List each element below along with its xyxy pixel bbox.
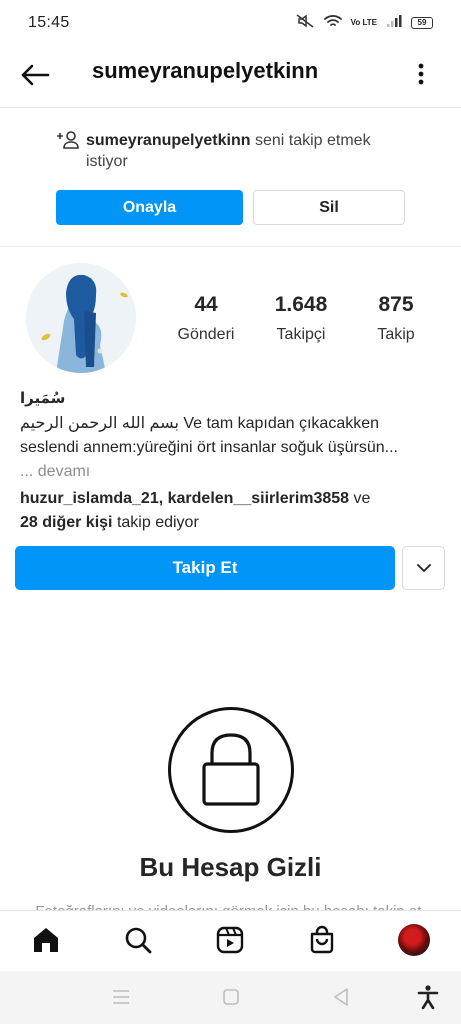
accessibility-icon <box>417 985 439 1009</box>
system-home-button[interactable] <box>219 985 243 1009</box>
stat-followers[interactable]: 1.648 Takipçi <box>266 292 336 344</box>
shop-icon <box>310 925 334 954</box>
request-username[interactable]: sumeyranupelyetkinn <box>86 132 251 149</box>
more-options-button[interactable] <box>411 58 431 90</box>
stat-posts[interactable]: 44 Gönderi <box>172 292 240 344</box>
followed-by-suffix: takip ediyor <box>112 514 199 531</box>
posts-label: Gönderi <box>177 326 235 343</box>
private-account-title: Bu Hesap Gizli <box>139 852 322 882</box>
system-nav-bar <box>0 971 461 1024</box>
nav-search[interactable] <box>121 923 155 957</box>
home-icon <box>34 928 58 952</box>
chevron-down-icon <box>416 563 431 572</box>
top-nav: sumeyranupelyetkinn <box>0 46 461 104</box>
request-message-cont: istiyor <box>86 153 128 170</box>
system-back-button[interactable] <box>329 985 353 1009</box>
stat-following[interactable]: 875 Takip <box>366 292 426 344</box>
nav-reels[interactable] <box>213 923 247 957</box>
arrow-left-icon <box>21 64 50 86</box>
reels-icon <box>216 926 244 954</box>
nav-shop[interactable] <box>305 923 339 957</box>
search-icon <box>125 927 152 954</box>
profile-username-title: sumeyranupelyetkinn <box>92 58 319 83</box>
lock-icon <box>202 733 260 806</box>
followed-by-others: 28 diğer kişi <box>20 514 113 531</box>
following-count: 875 <box>378 293 414 316</box>
divider <box>0 246 461 247</box>
followers-count: 1.648 <box>274 293 328 316</box>
follow-request-text: sumeyranupelyetkinn seni takip etmek <box>56 130 416 151</box>
following-label: Takip <box>377 326 415 343</box>
suggested-accounts-button[interactable] <box>402 546 445 590</box>
battery-icon: 59 <box>411 17 433 29</box>
volte-icon: Vo LTE <box>350 18 377 27</box>
follow-request: sumeyranupelyetkinn seni takip etmek ist… <box>56 130 416 172</box>
display-name: سُمَيرا <box>20 390 66 407</box>
accessibility-button[interactable] <box>416 985 440 1009</box>
back-triangle-icon <box>334 988 348 1006</box>
profile-avatar-small <box>398 924 430 956</box>
avatar-image <box>26 263 136 373</box>
followed-by[interactable]: huzur_islamda_21, kardelen__siirlerim385… <box>20 487 445 535</box>
add-user-icon <box>57 131 79 149</box>
followers-label: Takipçi <box>276 326 326 343</box>
back-button[interactable] <box>18 60 52 90</box>
private-lock-badge <box>168 707 294 833</box>
home-square-icon <box>223 989 239 1005</box>
bio-line-2: seslendi annem:yüreğini ört insanlar soğ… <box>20 439 398 456</box>
bio-text: بسم الله الرحمن الرحيم Ve tam kapıdan çı… <box>20 412 445 460</box>
menu-icon <box>113 990 129 1004</box>
recent-apps-button[interactable] <box>109 985 133 1009</box>
status-time: 15:45 <box>28 14 70 31</box>
wifi-icon <box>323 14 342 33</box>
divider <box>0 107 461 108</box>
request-message: seni takip etmek <box>254 132 371 149</box>
approve-button[interactable]: Onayla <box>56 190 243 225</box>
mute-vibrate-icon <box>295 13 315 34</box>
followed-by-and: ve <box>349 490 371 507</box>
delete-request-button[interactable]: Sil <box>253 190 405 225</box>
bio-more-link[interactable]: ... devamı <box>20 463 90 481</box>
profile-avatar[interactable] <box>26 263 136 373</box>
more-vertical-icon <box>418 63 424 85</box>
bio-line-1: بسم الله الرحمن الرحيم Ve tam kapıdan çı… <box>20 415 380 432</box>
status-icons: Vo LTE 59 <box>295 13 433 34</box>
follow-button[interactable]: Takip Et <box>15 546 395 590</box>
posts-count: 44 <box>194 293 218 316</box>
nav-home[interactable] <box>29 923 63 957</box>
status-bar: 15:45 Vo LTE 59 <box>0 0 461 46</box>
signal-icon <box>386 14 402 33</box>
bottom-nav <box>0 911 461 971</box>
nav-profile[interactable] <box>397 923 431 957</box>
followed-by-users: huzur_islamda_21, kardelen__siirlerim385… <box>20 490 350 507</box>
